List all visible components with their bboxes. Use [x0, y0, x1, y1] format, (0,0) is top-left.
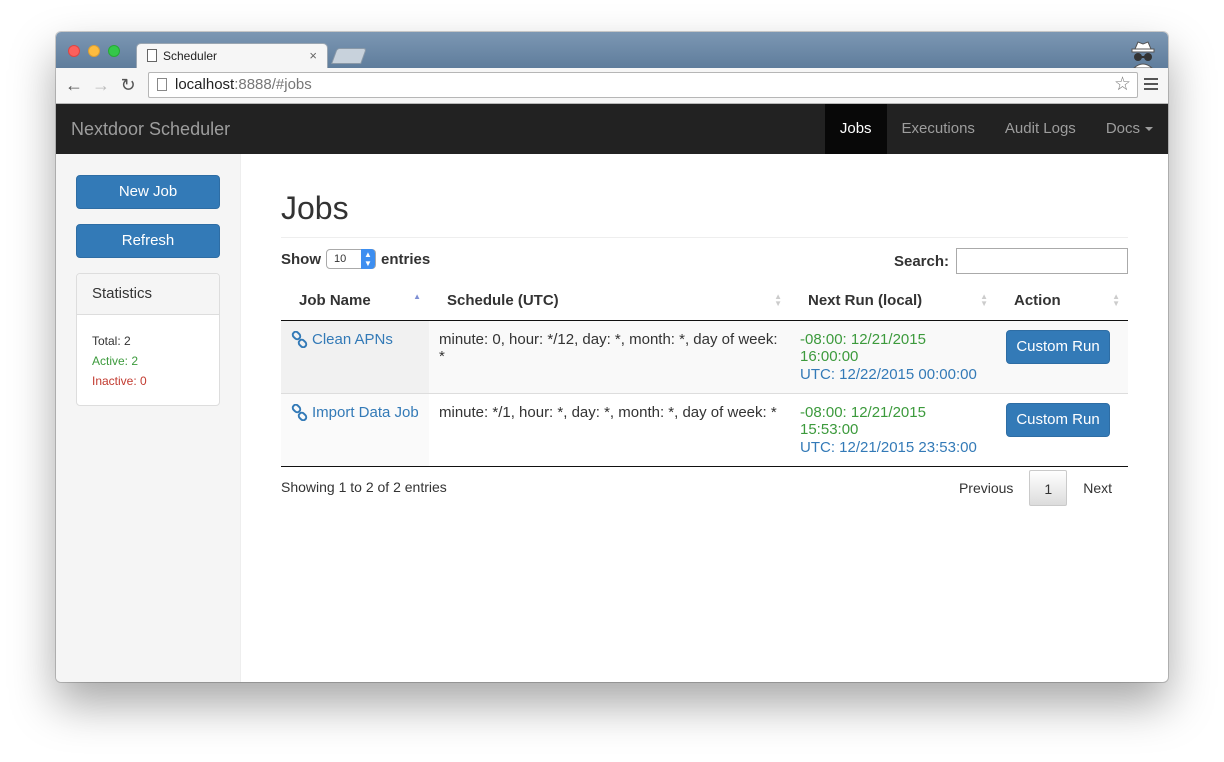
statistics-title: Statistics	[77, 274, 219, 315]
search-input[interactable]	[956, 248, 1128, 274]
column-schedule[interactable]: Schedule (UTC) ▲ ▼	[429, 282, 790, 321]
nav-audit-logs-label: Audit Logs	[1004, 120, 1076, 137]
column-next-run[interactable]: Next Run (local) ▲ ▼	[790, 282, 996, 321]
nav-executions[interactable]: Executions	[887, 104, 990, 154]
browser-tab-strip: Scheduler ×	[56, 32, 1168, 69]
page-icon	[157, 78, 167, 91]
page-1-button[interactable]: 1	[1029, 470, 1068, 506]
stat-total: Total: 2	[92, 334, 131, 348]
statistics-body: Total: 2 Active: 2 Inactive: 0	[77, 315, 219, 407]
next-run-utc: UTC: 12/21/2015 23:53:00	[800, 438, 977, 456]
sidebar: New Job Refresh Statistics Total: 2 Acti…	[56, 154, 241, 682]
nav-docs-dropdown[interactable]: Docs	[1091, 104, 1168, 154]
nav-jobs-label: Jobs	[839, 120, 872, 137]
column-action-label: Action	[1014, 292, 1061, 310]
nav-menu: Jobs Executions Audit Logs Docs	[824, 104, 1168, 154]
pagination: Previous 1 Next	[943, 470, 1128, 506]
minimize-window-button[interactable]	[88, 45, 100, 57]
sort-asc-icon: ▲	[413, 292, 421, 301]
schedule-cell: minute: */1, hour: *, day: *, month: *, …	[429, 393, 790, 467]
browser-menu-icon[interactable]	[1144, 78, 1158, 92]
column-job-name[interactable]: Job Name ▲	[281, 282, 429, 321]
browser-tab[interactable]: Scheduler ×	[136, 43, 328, 69]
nav-executions-label: Executions	[901, 120, 975, 137]
job-name-cell: Import Data Job	[281, 393, 429, 467]
next-run-local: -08:00: 12/21/2015 15:53:00	[800, 403, 926, 438]
back-arrow-icon[interactable]: ←	[64, 75, 84, 95]
entries-label: entries	[381, 250, 431, 268]
browser-window: Scheduler × ← → ↻ localhost:8888/#jobs ☆…	[56, 32, 1168, 682]
column-action[interactable]: Action ▲ ▼	[996, 282, 1128, 321]
bookmark-star-icon[interactable]: ☆	[1114, 73, 1131, 97]
table-row: Import Data Job minute: */1, hour: *, da…	[281, 393, 1128, 467]
address-bar[interactable]: localhost:8888/#jobs ☆	[148, 72, 1138, 98]
link-chain-icon	[291, 403, 308, 421]
sort-icon: ▲ ▼	[1112, 292, 1120, 308]
column-schedule-label: Schedule (UTC)	[447, 292, 559, 310]
brand-logo-text[interactable]: Nextdoor Scheduler	[71, 104, 230, 154]
table-header-row: Job Name ▲ Schedule (UTC) ▲ ▼ Next Run (l…	[281, 282, 1128, 321]
custom-run-button[interactable]: Custom Run	[1006, 329, 1110, 364]
nav-docs-label: Docs	[1105, 120, 1140, 137]
zoom-window-button[interactable]	[108, 45, 120, 57]
close-window-button[interactable]	[68, 45, 80, 57]
link-chain-icon	[291, 330, 308, 348]
sort-icon: ▲ ▼	[774, 292, 782, 308]
next-run-cell: -08:00: 12/21/2015 15:53:00 UTC: 12/21/2…	[790, 393, 996, 467]
search-label: Search:	[893, 253, 949, 270]
browser-toolbar: ← → ↻ localhost:8888/#jobs ☆	[56, 68, 1168, 104]
new-tab-button[interactable]	[331, 48, 367, 64]
page-size-select[interactable]: 10 ▲ ▼	[326, 249, 376, 269]
nav-jobs[interactable]: Jobs	[824, 104, 887, 154]
document-icon	[147, 49, 157, 62]
action-cell: Custom Run	[996, 320, 1128, 394]
tab-close-icon[interactable]: ×	[309, 44, 317, 68]
job-name: Clean APNs	[312, 330, 393, 348]
table-row: Clean APNs minute: 0, hour: */12, day: *…	[281, 320, 1128, 394]
forward-arrow-icon[interactable]: →	[91, 75, 111, 95]
previous-page-button[interactable]: Previous	[943, 470, 1029, 506]
column-next-run-label: Next Run (local)	[808, 292, 923, 310]
page-size-control: Show 10 ▲ ▼ entries	[281, 249, 430, 269]
reload-icon[interactable]: ↻	[118, 75, 138, 95]
job-link[interactable]: Import Data Job	[291, 403, 419, 421]
next-page-button[interactable]: Next	[1067, 470, 1128, 506]
incognito-icon	[1131, 41, 1155, 68]
url-host: localhost	[175, 76, 235, 93]
next-run-utc: UTC: 12/22/2015 00:00:00	[800, 365, 977, 383]
caret-down-icon	[1145, 127, 1153, 132]
url-path: :8888/#jobs	[234, 76, 312, 93]
new-job-button[interactable]: New Job	[76, 175, 220, 209]
show-label: Show	[281, 250, 321, 268]
refresh-button[interactable]: Refresh	[76, 224, 220, 258]
next-run-local: -08:00: 12/21/2015 16:00:00	[800, 330, 926, 365]
schedule-cell: minute: 0, hour: */12, day: *, month: *,…	[429, 320, 790, 394]
job-link[interactable]: Clean APNs	[291, 330, 393, 348]
column-job-name-label: Job Name	[299, 292, 371, 310]
tab-title: Scheduler	[163, 49, 218, 63]
table-info: Showing 1 to 2 of 2 entries	[281, 479, 447, 495]
page-title: Jobs	[281, 190, 349, 226]
custom-run-button[interactable]: Custom Run	[1006, 402, 1110, 437]
page-size-value: 10	[334, 253, 347, 265]
sort-icon: ▲ ▼	[980, 292, 988, 308]
job-name: Import Data Job	[312, 403, 419, 421]
select-stepper-icon: ▲ ▼	[361, 249, 375, 269]
app-navbar: Nextdoor Scheduler Jobs Executions Audit…	[56, 104, 1168, 154]
stat-inactive: Inactive: 0	[92, 374, 147, 388]
next-run-cell: -08:00: 12/21/2015 16:00:00 UTC: 12/22/2…	[790, 320, 996, 394]
nav-audit-logs[interactable]: Audit Logs	[990, 104, 1091, 154]
action-cell: Custom Run	[996, 393, 1128, 467]
job-name-cell: Clean APNs	[281, 320, 429, 394]
title-divider	[281, 237, 1128, 238]
stat-active: Active: 2	[92, 354, 139, 368]
jobs-table: Job Name ▲ Schedule (UTC) ▲ ▼ Next Run (l…	[281, 282, 1128, 467]
statistics-panel: Statistics Total: 2 Active: 2 Inactive: …	[76, 273, 220, 406]
